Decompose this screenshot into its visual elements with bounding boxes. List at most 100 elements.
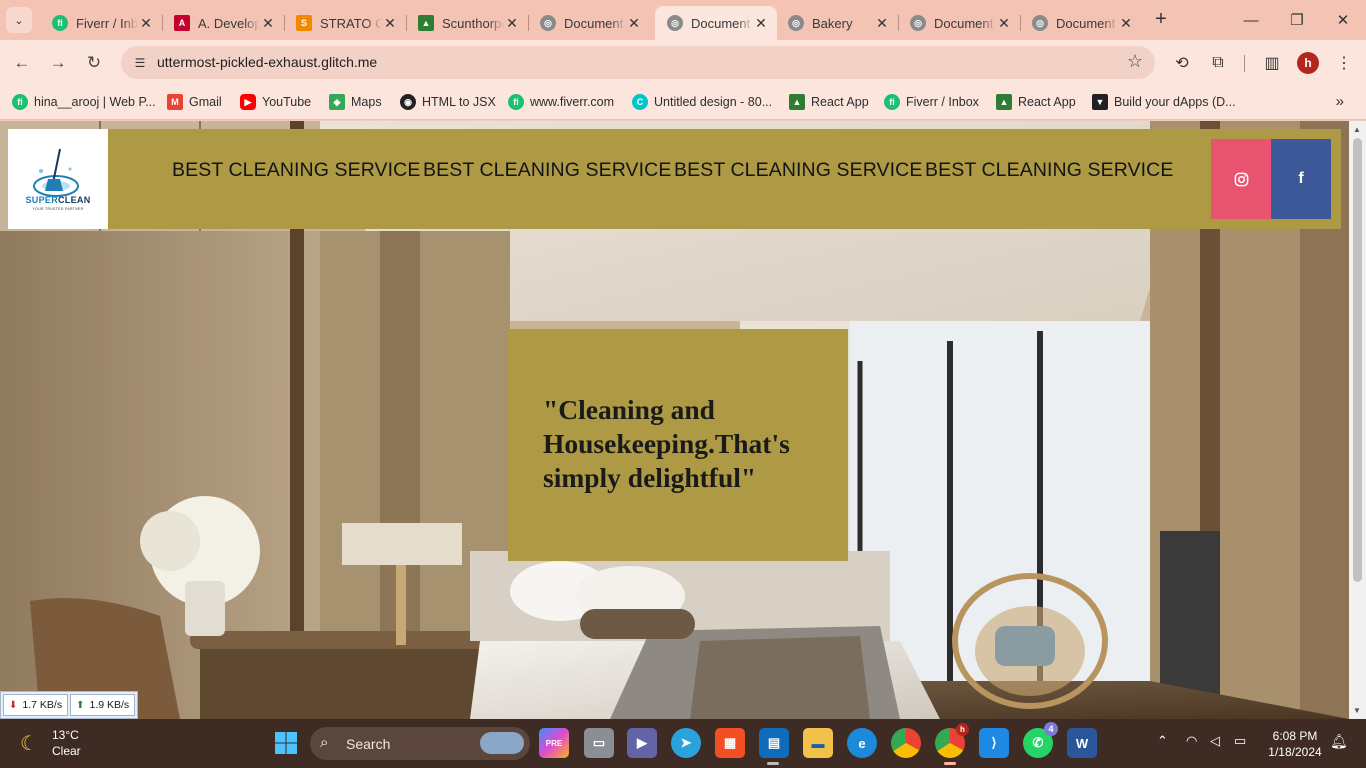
tab-title: Document (691, 15, 751, 31)
browser-tab[interactable]: ▲ Scunthorpe ✕ (406, 6, 529, 40)
facebook-button[interactable]: f (1271, 139, 1331, 219)
bookmark-item[interactable]: C Untitled design - 80... (632, 92, 772, 112)
extensions-puzzle-icon[interactable]: ⧉ (1204, 49, 1232, 77)
close-icon[interactable]: ✕ (1118, 15, 1134, 32)
bookmark-item[interactable]: M Gmail (167, 92, 222, 112)
close-icon[interactable]: ✕ (874, 15, 890, 32)
restore-button[interactable]: ❐ (1274, 0, 1320, 40)
moon-weather-icon[interactable]: ☾ (20, 731, 44, 755)
new-tab-button[interactable]: + (1150, 9, 1172, 31)
edge-icon[interactable]: e (847, 728, 877, 758)
start-button[interactable] (271, 728, 301, 758)
scroll-up-icon[interactable]: ▲ (1353, 125, 1361, 134)
bookmark-item[interactable]: ▼ Build your dApps (D... (1092, 92, 1236, 112)
close-icon[interactable]: ✕ (504, 15, 520, 32)
bookmark-item[interactable]: fi hina__arooj | Web P... (12, 92, 156, 112)
profile-avatar[interactable]: h (1297, 52, 1319, 74)
bookmark-star-icon[interactable]: ☆ (1127, 51, 1143, 72)
weather-temperature[interactable]: 13°C (52, 728, 79, 742)
bookmarks-overflow-icon[interactable]: » (1336, 93, 1344, 110)
telegram-icon[interactable]: ➤ (671, 728, 701, 758)
browser-tab[interactable]: ◎ Document ✕ (528, 6, 650, 40)
volume-icon[interactable]: ◁ (1210, 733, 1220, 749)
microsoft-store-icon[interactable]: ▦ (715, 728, 745, 758)
word-icon[interactable]: W (1067, 728, 1097, 758)
react-app-icon: ▲ (789, 94, 805, 110)
scroll-down-icon[interactable]: ▼ (1353, 706, 1361, 715)
close-icon[interactable]: ✕ (260, 15, 276, 32)
close-window-button[interactable]: ✕ (1320, 0, 1366, 40)
tab-title: Fiverr / Inbox (76, 15, 138, 31)
bookmark-item[interactable]: ◉ HTML to JSX (400, 92, 496, 112)
copilot-icon[interactable]: PRE (539, 728, 569, 758)
close-icon[interactable]: ✕ (626, 15, 642, 32)
wifi-icon[interactable]: ◠ (1186, 733, 1197, 749)
bookmark-item[interactable]: ▲ React App (996, 92, 1076, 112)
system-clock[interactable]: 6:08 PM 1/18/2024 (1264, 728, 1326, 760)
reload-button[interactable]: ↻ (80, 49, 108, 77)
page-scrollbar[interactable]: ▲ ▼ (1349, 121, 1366, 719)
fiverr-icon: fi (884, 94, 900, 110)
windows-logo-icon (275, 732, 297, 754)
battery-icon[interactable]: ▭ (1234, 733, 1246, 749)
whatsapp-icon[interactable]: ✆ 4 (1023, 722, 1058, 758)
browser-tab[interactable]: fi Fiverr / Inbox ✕ (40, 6, 163, 40)
bookmark-label: Untitled design - 80... (654, 95, 773, 109)
sync-extension-icon[interactable]: ⟲ (1168, 49, 1196, 77)
side-panel-icon[interactable]: ▥ (1258, 49, 1286, 77)
tab-strip: ⌄ fi Fiverr / Inbox ✕ A A. Developer ✕ S… (0, 0, 1366, 40)
close-icon[interactable]: ✕ (753, 15, 769, 32)
vscode-icon[interactable]: ⟩ (979, 728, 1009, 758)
url-text[interactable]: uttermost-pickled-exhaust.glitch.me (157, 54, 377, 70)
chevron-up-icon[interactable]: ⌃ (1157, 733, 1168, 749)
close-icon[interactable]: ✕ (996, 15, 1012, 32)
kebab-menu-icon[interactable]: ⋮ (1330, 49, 1358, 77)
nav-link[interactable]: BEST CLEANING SERVICE (423, 159, 671, 182)
chrome-profile-icon[interactable]: h (935, 723, 969, 758)
file-explorer-icon[interactable]: ▬ (803, 728, 833, 758)
reload-icon: ↻ (86, 53, 102, 72)
search-placeholder: Search (346, 736, 391, 752)
bookmark-item[interactable]: ▲ React App (789, 92, 869, 112)
nav-link[interactable]: BEST CLEANING SERVICE (674, 159, 922, 182)
browser-tab[interactable]: ◎ Document ✕ (898, 6, 1021, 40)
site-info-icon[interactable]: ☰ (129, 52, 151, 74)
browser-tab[interactable]: ◎ Bakery ✕ (776, 6, 899, 40)
hero-quote-card: "Cleaning and Housekeeping.That's simply… (508, 329, 848, 561)
bookmark-label: Gmail (189, 95, 222, 109)
globe-icon: ◎ (910, 15, 926, 31)
browser-tab[interactable]: A A. Developer ✕ (162, 6, 285, 40)
task-view-icon[interactable]: ▭ (584, 728, 614, 758)
minimize-button[interactable]: — (1228, 0, 1274, 40)
taskbar-search[interactable]: ⌕ Search (310, 727, 530, 760)
bookmark-item[interactable]: fi Fiverr / Inbox (884, 92, 979, 112)
scrollbar-thumb[interactable] (1353, 138, 1362, 582)
tab-title: A. Developer (198, 15, 260, 31)
instagram-icon (1234, 172, 1248, 186)
close-icon[interactable]: ✕ (138, 15, 154, 32)
bookmark-item[interactable]: ◆ Maps (329, 92, 382, 112)
back-button[interactable]: ← (8, 49, 36, 77)
file-app-icon[interactable]: ▤ (759, 728, 789, 758)
nav-link[interactable]: BEST CLEANING SERVICE (925, 159, 1173, 182)
browser-toolbar: ← → ↻ ☰ uttermost-pickled-exhaust.glitch… (0, 40, 1366, 85)
teams-meet-icon[interactable]: ▶ (627, 728, 657, 758)
forward-button[interactable]: → (44, 49, 72, 77)
bookmark-item[interactable]: fi www.fiverr.com (508, 92, 614, 112)
nav-link[interactable]: BEST CLEANING SERVICE (172, 159, 420, 182)
browser-tab-active[interactable]: ◎ Document ✕ (655, 6, 777, 40)
chrome-icon[interactable] (891, 728, 921, 758)
weather-description[interactable]: Clear (52, 744, 81, 758)
tab-search-button[interactable]: ⌄ (6, 7, 32, 33)
browser-tab[interactable]: S STRATO Control ✕ (284, 6, 407, 40)
close-icon[interactable]: ✕ (382, 15, 398, 32)
react-app-icon: ▲ (996, 94, 1012, 110)
notification-bell-icon[interactable]: 🔔︎ (1330, 733, 1348, 750)
browser-tab[interactable]: ◎ Document ✕ (1020, 6, 1142, 40)
bookmark-item[interactable]: ▶ YouTube (240, 92, 311, 112)
chrome-profile-badge: h (956, 723, 969, 736)
bookmark-label: Build your dApps (D... (1114, 95, 1236, 109)
site-logo[interactable]: SUPERCLEAN YOUR TRUSTED PARTNER (8, 129, 108, 229)
instagram-button[interactable] (1211, 139, 1271, 219)
address-bar[interactable]: ☰ uttermost-pickled-exhaust.glitch.me ☆ (121, 46, 1155, 79)
